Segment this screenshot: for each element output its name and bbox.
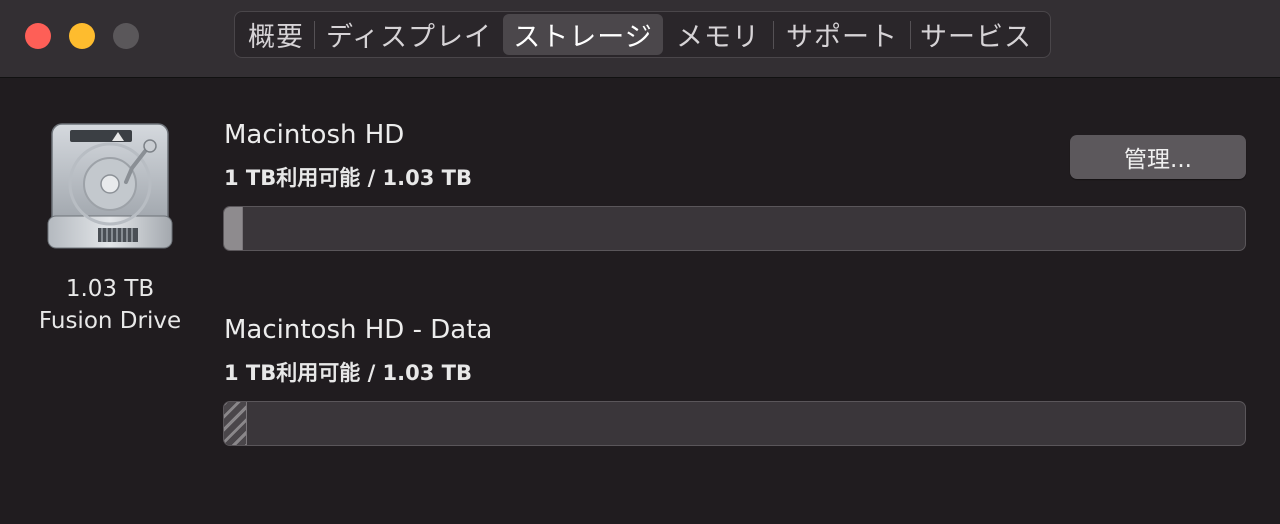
volume-name: Macintosh HD bbox=[224, 120, 405, 150]
storage-window: 概要 ディスプレイ ストレージ メモリ サポート サービス 1.03 TB Fu… bbox=[0, 0, 1280, 524]
storage-used-segment bbox=[224, 207, 244, 250]
tab-overview[interactable]: 概要 bbox=[238, 14, 314, 55]
volume-capacity-info: 1 TB利用可能 / 1.03 TB bbox=[224, 361, 473, 385]
storage-used-segment bbox=[224, 402, 248, 445]
minimize-window-button[interactable] bbox=[69, 23, 95, 49]
tab-displays[interactable]: ディスプレイ bbox=[315, 14, 503, 55]
tab-bar: 概要 ディスプレイ ストレージ メモリ サポート サービス bbox=[234, 11, 1051, 58]
tab-support[interactable]: サポート bbox=[774, 14, 910, 55]
tab-service[interactable]: サービス bbox=[911, 14, 1041, 55]
manage-storage-button[interactable]: 管理... bbox=[1070, 135, 1246, 179]
title-bar: 概要 ディスプレイ ストレージ メモリ サポート サービス bbox=[0, 0, 1280, 78]
volume-capacity-info: 1 TB利用可能 / 1.03 TB bbox=[224, 166, 473, 190]
storage-usage-bar bbox=[223, 206, 1246, 251]
tab-storage[interactable]: ストレージ bbox=[503, 14, 663, 55]
hard-drive-icon bbox=[47, 123, 173, 249]
close-window-button[interactable] bbox=[25, 23, 51, 49]
drive-type-label: Fusion Drive bbox=[38, 308, 182, 334]
storage-usage-bar bbox=[223, 401, 1246, 446]
zoom-window-button[interactable] bbox=[113, 23, 139, 49]
tab-memory[interactable]: メモリ bbox=[663, 14, 773, 55]
volume-name: Macintosh HD - Data bbox=[224, 315, 493, 345]
drive-size-label: 1.03 TB bbox=[65, 276, 155, 302]
